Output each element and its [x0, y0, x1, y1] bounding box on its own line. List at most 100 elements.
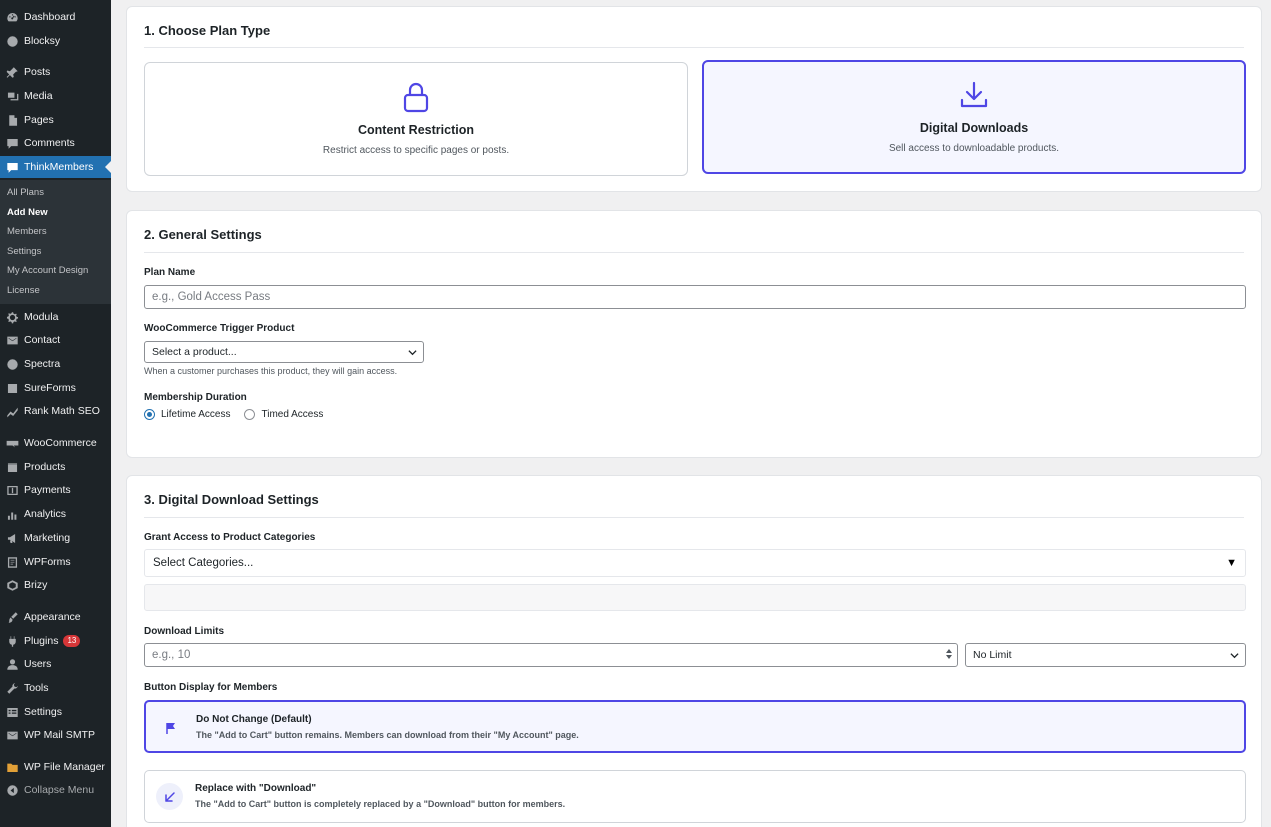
- download-limits-label: Download Limits: [144, 626, 224, 637]
- radio-timed-access[interactable]: [244, 409, 256, 420]
- gear-icon: [5, 310, 19, 324]
- wpforms-icon: [5, 555, 19, 569]
- plan-option-digital-downloads[interactable]: Digital Downloads Sell access to downloa…: [702, 60, 1246, 174]
- sidebar-collapse-menu[interactable]: Collapse Menu: [0, 779, 111, 801]
- download-limit-period-value: No Limit: [973, 649, 1012, 661]
- button-option-do-not-change[interactable]: Do Not Change (Default) The "Add to Cart…: [144, 700, 1246, 753]
- plan-name-input[interactable]: [144, 285, 1246, 309]
- button-option-desc: The "Add to Cart" button is completely r…: [195, 799, 566, 809]
- arrow-down-left-icon: [156, 783, 183, 810]
- sidebar-item-spectra[interactable]: Spectra: [0, 353, 111, 375]
- categories-label: Grant Access to Product Categories: [144, 532, 316, 543]
- megaphone-icon: [5, 531, 19, 545]
- sidebar-item-products[interactable]: Products: [0, 456, 111, 478]
- sidebar-item-analytics[interactable]: Analytics: [0, 503, 111, 525]
- sidebar-item-dashboard[interactable]: Dashboard: [0, 6, 111, 28]
- sidebar-item-payments[interactable]: Payments: [0, 479, 111, 501]
- sidebar-item-wp-file-manager[interactable]: WP File Manager: [0, 756, 111, 778]
- general-settings-card: 2. General Settings Plan Name WooCommerc…: [126, 210, 1262, 458]
- thinkmembers-icon: [5, 160, 19, 174]
- plan-option-title: Content Restriction: [358, 123, 474, 137]
- admin-sidebar: Dashboard Blocksy Posts Media Pages Comm…: [0, 0, 111, 827]
- button-display-label: Button Display for Members: [144, 682, 278, 693]
- submenu-item-my-account-design[interactable]: My Account Design: [7, 264, 88, 278]
- sidebar-item-marketing[interactable]: Marketing: [0, 527, 111, 549]
- sidebar-item-wp-mail-smtp[interactable]: WP Mail SMTP: [0, 724, 111, 746]
- products-icon: [5, 460, 19, 474]
- radio-lifetime-access[interactable]: [144, 409, 155, 420]
- section-divider: [144, 47, 1244, 48]
- plan-type-title: 1. Choose Plan Type: [144, 23, 271, 38]
- pages-icon: [5, 113, 19, 127]
- brizy-icon: [5, 578, 19, 592]
- categories-selected-area[interactable]: [144, 584, 1246, 611]
- submenu-item-all-plans[interactable]: All Plans: [7, 186, 44, 200]
- media-icon: [5, 89, 19, 103]
- brush-icon: [5, 610, 19, 624]
- analytics-icon: [5, 507, 19, 521]
- sidebar-item-brizy[interactable]: Brizy: [0, 574, 111, 596]
- categories-value: Select Categories...: [153, 557, 254, 569]
- submenu-item-add-new[interactable]: Add New: [7, 206, 48, 220]
- mail-smtp-icon: [5, 728, 19, 742]
- chevron-down-icon: [408, 350, 417, 356]
- download-icon: [959, 80, 989, 115]
- settings-icon: [5, 705, 19, 719]
- woocommerce-icon: [5, 436, 19, 450]
- thinkmembers-submenu: All Plans Add New Members Settings My Ac…: [0, 180, 111, 304]
- sidebar-item-tools[interactable]: Tools: [0, 677, 111, 699]
- sidebar-item-wpforms[interactable]: WPForms: [0, 551, 111, 573]
- button-option-title: Replace with "Download": [195, 783, 317, 794]
- submenu-item-members[interactable]: Members: [7, 225, 47, 239]
- sidebar-item-thinkmembers[interactable]: ThinkMembers: [0, 156, 111, 178]
- chevron-down-icon: [1230, 653, 1239, 659]
- plan-option-desc: Restrict access to specific pages or pos…: [322, 145, 510, 156]
- sidebar-item-modula[interactable]: Modula: [0, 306, 111, 328]
- spectra-icon: [5, 357, 19, 371]
- sidebar-item-comments[interactable]: Comments: [0, 132, 111, 154]
- submenu-item-license[interactable]: License: [7, 284, 40, 298]
- sidebar-item-contact[interactable]: Contact: [0, 329, 111, 351]
- comment-icon: [5, 136, 19, 150]
- sidebar-item-plugins[interactable]: Plugins 13: [0, 630, 111, 652]
- sidebar-item-pages[interactable]: Pages: [0, 109, 111, 131]
- sidebar-item-settings[interactable]: Settings: [0, 701, 111, 723]
- mail-icon: [5, 333, 19, 347]
- sidebar-item-media[interactable]: Media: [0, 85, 111, 107]
- sidebar-item-blocksy[interactable]: Blocksy: [0, 30, 111, 52]
- digital-download-card: 3. Digital Download Settings Grant Acces…: [126, 475, 1262, 827]
- trigger-product-value: Select a product...: [152, 346, 237, 358]
- payments-icon: [5, 483, 19, 497]
- trigger-product-label: WooCommerce Trigger Product: [144, 323, 295, 334]
- folder-icon: [5, 760, 19, 774]
- plugin-icon: [5, 634, 19, 648]
- sidebar-item-posts[interactable]: Posts: [0, 61, 111, 83]
- sidebar-item-woocommerce[interactable]: WooCommerce: [0, 432, 111, 454]
- active-indicator-arrow: [105, 161, 111, 173]
- collapse-icon: [5, 783, 19, 797]
- blocksy-icon: [5, 34, 19, 48]
- section-divider: [144, 517, 1244, 518]
- section-divider: [144, 252, 1244, 253]
- triangle-down-icon: ▼: [1226, 557, 1237, 569]
- submenu-item-settings[interactable]: Settings: [7, 245, 41, 259]
- button-option-replace-download[interactable]: Replace with "Download" The "Add to Cart…: [144, 770, 1246, 823]
- plugins-update-badge: 13: [63, 635, 81, 647]
- button-option-desc: The "Add to Cart" button remains. Member…: [196, 730, 579, 740]
- sidebar-item-users[interactable]: Users: [0, 653, 111, 675]
- duration-radio-group: Lifetime Access Timed Access: [144, 409, 323, 420]
- pin-icon: [5, 65, 19, 79]
- general-settings-title: 2. General Settings: [144, 227, 262, 242]
- number-spinner-icon[interactable]: [946, 648, 952, 660]
- sidebar-item-rank-math[interactable]: Rank Math SEO: [0, 400, 111, 422]
- download-limit-period-select[interactable]: No Limit: [965, 643, 1246, 667]
- sidebar-item-sureforms[interactable]: SureForms: [0, 377, 111, 399]
- sureforms-icon: [5, 381, 19, 395]
- sidebar-item-appearance[interactable]: Appearance: [0, 606, 111, 628]
- flag-icon: [157, 714, 184, 741]
- dashboard-icon: [5, 10, 19, 24]
- trigger-product-select[interactable]: Select a product...: [144, 341, 424, 363]
- download-limits-input[interactable]: [144, 643, 958, 667]
- categories-select[interactable]: Select Categories... ▼: [144, 549, 1246, 577]
- plan-option-content-restriction[interactable]: Content Restriction Restrict access to s…: [144, 62, 688, 176]
